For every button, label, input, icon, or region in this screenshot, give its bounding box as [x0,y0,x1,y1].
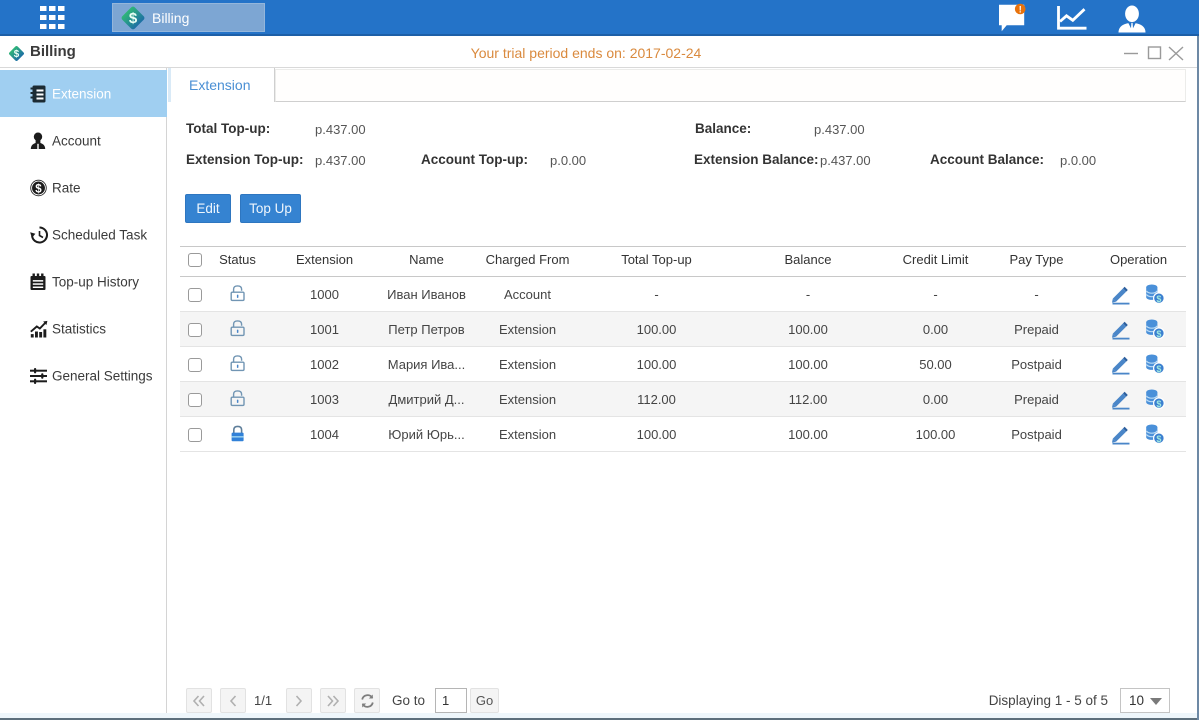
svg-text:$: $ [1156,363,1161,373]
svg-text:$: $ [1156,398,1161,408]
svg-text:$: $ [35,183,42,195]
svg-text:$: $ [1156,293,1161,303]
svg-text:!: ! [1019,5,1022,15]
svg-text:$: $ [129,10,138,27]
svg-text:$: $ [1156,328,1161,338]
svg-text:$: $ [1156,433,1161,443]
